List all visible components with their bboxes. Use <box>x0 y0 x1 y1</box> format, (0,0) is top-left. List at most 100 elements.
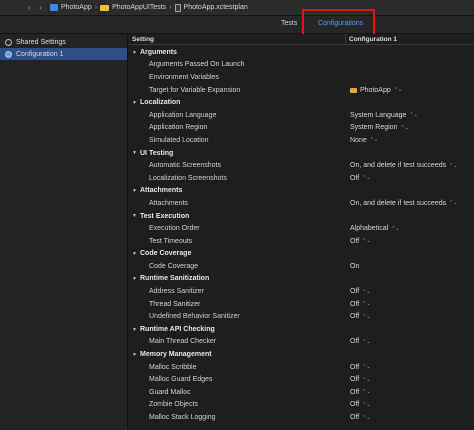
setting-value-popup[interactable]: Off ⌃⌄ <box>350 401 371 408</box>
setting-row[interactable]: Malloc Scribble Off ⌃⌄ <box>128 361 474 374</box>
up-down-chevron-icon: ⌃⌄ <box>391 225 400 232</box>
disclosure-triangle-icon[interactable]: ▼ <box>132 352 137 358</box>
up-down-chevron-icon: ⌃⌄ <box>362 364 371 371</box>
setting-value-popup[interactable]: On, and delete if test succeeds ⌃⌄ <box>350 162 458 169</box>
setting-label: Malloc Stack Logging <box>149 414 216 422</box>
setting-row[interactable]: Simulated Location None ⌃⌄ <box>128 134 474 147</box>
breadcrumb-item-file[interactable]: PhotoApp.xctestplan <box>174 3 248 12</box>
setting-row[interactable]: Automatic Screenshots On, and delete if t… <box>128 159 474 172</box>
setting-value-popup[interactable]: System Language ⌃⌄ <box>350 112 418 119</box>
setting-row[interactable]: Address Sanitizer Off ⌃⌄ <box>128 285 474 298</box>
disclosure-triangle-icon[interactable]: ▼ <box>132 251 137 257</box>
setting-value-popup[interactable]: PhotoApp ⌃⌄ <box>350 87 402 94</box>
setting-row[interactable]: Attachments On, and delete if test succee… <box>128 197 474 210</box>
disclosure-triangle-icon[interactable]: ▼ <box>132 100 137 106</box>
group-row[interactable]: ▼ Runtime API Checking <box>128 323 474 336</box>
folder-icon <box>100 4 110 11</box>
setting-row[interactable]: Arguments Passed On Launch <box>128 59 474 72</box>
breadcrumb-item-folder[interactable]: PhotoAppUITests <box>100 4 166 11</box>
setting-value-text: On, and delete if test succeeds <box>350 199 447 207</box>
setting-row[interactable]: Environment Variables <box>128 71 474 84</box>
disclosure-triangle-icon[interactable]: ▼ <box>132 150 137 156</box>
setting-value-popup[interactable]: On <box>350 263 359 270</box>
breadcrumb: PhotoApp › PhotoAppUITests › PhotoApp.xc… <box>50 3 248 12</box>
setting-value-text: Off <box>350 288 360 296</box>
setting-value-popup[interactable]: System Region ⌃⌄ <box>350 124 409 131</box>
setting-value-popup[interactable]: Off ⌃⌄ <box>350 364 371 371</box>
setting-row[interactable]: Code Coverage On <box>128 260 474 273</box>
group-label: UI Testing <box>140 149 174 157</box>
setting-row[interactable]: Execution Order Alphabetical ⌃⌄ <box>128 222 474 235</box>
column-header-configuration[interactable]: Configuration 1 <box>349 36 397 43</box>
setting-label: Automatic Screenshots <box>149 162 221 170</box>
group-row[interactable]: ▼ Runtime Sanitization <box>128 273 474 286</box>
setting-value-text: Off <box>350 237 360 245</box>
setting-row[interactable]: Zombie Objects Off ⌃⌄ <box>128 399 474 412</box>
setting-row[interactable]: Thread Sanitizer Off ⌃⌄ <box>128 298 474 311</box>
setting-value-popup[interactable]: Off ⌃⌄ <box>350 389 371 396</box>
setting-row[interactable]: Localization Screenshots Off ⌃⌄ <box>128 172 474 185</box>
setting-label: Attachments <box>149 199 188 207</box>
setting-row[interactable]: Guard Malloc Off ⌃⌄ <box>128 386 474 399</box>
sidebar-item-label: Shared Settings <box>16 38 66 46</box>
navigation-bar: ‹ › PhotoApp › PhotoAppUITests › PhotoAp… <box>0 0 474 16</box>
setting-label: Application Region <box>149 124 208 132</box>
group-label: Localization <box>140 99 181 107</box>
sidebar-item-label: Configuration 1 <box>16 50 64 58</box>
group-row[interactable]: ▼ Test Execution <box>128 210 474 223</box>
disclosure-triangle-icon[interactable]: ▼ <box>132 276 137 282</box>
group-label: Test Execution <box>140 212 190 220</box>
setting-value-popup[interactable]: Off ⌃⌄ <box>350 338 371 345</box>
sidebar-item-shared-settings[interactable]: Shared Settings <box>0 36 127 48</box>
setting-row[interactable]: Malloc Stack Logging Off ⌃⌄ <box>128 411 474 424</box>
setting-value-popup[interactable]: Off ⌃⌄ <box>350 238 371 245</box>
setting-row[interactable]: Target for Variable Expansion PhotoApp ⌃⌄ <box>128 84 474 97</box>
setting-label: Malloc Guard Edges <box>149 376 213 384</box>
setting-value-popup[interactable]: Off ⌃⌄ <box>350 414 371 421</box>
setting-row[interactable]: Application Region System Region ⌃⌄ <box>128 122 474 135</box>
up-down-chevron-icon: ⌃⌄ <box>362 288 371 295</box>
disclosure-triangle-icon[interactable]: ▼ <box>132 213 137 219</box>
up-down-chevron-icon: ⌃⌄ <box>449 162 458 169</box>
up-down-chevron-icon: ⌃⌄ <box>393 87 403 94</box>
setting-value-popup[interactable]: Off ⌃⌄ <box>350 376 371 383</box>
setting-label: Main Thread Checker <box>149 338 217 346</box>
forward-button[interactable]: › <box>35 3 46 12</box>
disclosure-triangle-icon[interactable]: ▼ <box>132 188 137 194</box>
group-row[interactable]: ▼ Arguments <box>128 46 474 59</box>
back-button[interactable]: ‹ <box>24 3 35 12</box>
setting-row[interactable]: Test Timeouts Off ⌃⌄ <box>128 235 474 248</box>
setting-row[interactable]: Main Thread Checker Off ⌃⌄ <box>128 336 474 349</box>
setting-label: Zombie Objects <box>149 401 199 409</box>
group-row[interactable]: ▼ Memory Management <box>128 348 474 361</box>
setting-value-popup[interactable]: Off ⌃⌄ <box>350 175 371 182</box>
setting-label: Localization Screenshots <box>149 174 227 182</box>
setting-label: Undefined Behavior Sanitizer <box>149 313 240 321</box>
tab-tests[interactable]: Tests <box>281 20 297 27</box>
disclosure-triangle-icon[interactable]: ▼ <box>132 50 137 56</box>
group-row[interactable]: ▼ Localization <box>128 96 474 109</box>
app-icon <box>50 4 58 11</box>
configurations-sidebar: Shared Settings Configuration 1 <box>0 34 128 430</box>
setting-value-popup[interactable]: Off ⌃⌄ <box>350 301 371 308</box>
chevron-right-icon: › <box>169 4 172 11</box>
setting-value-popup[interactable]: None ⌃⌄ <box>350 137 378 144</box>
setting-label: Simulated Location <box>149 136 209 144</box>
setting-value-popup[interactable]: On, and delete if test succeeds ⌃⌄ <box>350 200 458 207</box>
setting-row[interactable]: Application Language System Language ⌃⌄ <box>128 109 474 122</box>
setting-value-popup[interactable]: Off ⌃⌄ <box>350 313 371 320</box>
disclosure-triangle-icon[interactable]: ▼ <box>132 327 137 333</box>
group-label: Code Coverage <box>140 250 192 258</box>
group-row[interactable]: ▼ UI Testing <box>128 147 474 160</box>
column-header-setting[interactable]: Setting <box>132 36 154 43</box>
setting-row[interactable]: Undefined Behavior Sanitizer Off ⌃⌄ <box>128 310 474 323</box>
group-row[interactable]: ▼ Attachments <box>128 185 474 198</box>
group-row[interactable]: ▼ Code Coverage <box>128 248 474 261</box>
breadcrumb-item-project[interactable]: PhotoApp <box>50 4 92 11</box>
setting-row[interactable]: Malloc Guard Edges Off ⌃⌄ <box>128 373 474 386</box>
setting-value-popup[interactable]: Off ⌃⌄ <box>350 288 371 295</box>
setting-label: Thread Sanitizer <box>149 300 201 308</box>
setting-value-text: Off <box>350 300 360 308</box>
sidebar-item-configuration-1[interactable]: Configuration 1 <box>0 48 127 60</box>
setting-value-popup[interactable]: Alphabetical ⌃⌄ <box>350 225 400 232</box>
